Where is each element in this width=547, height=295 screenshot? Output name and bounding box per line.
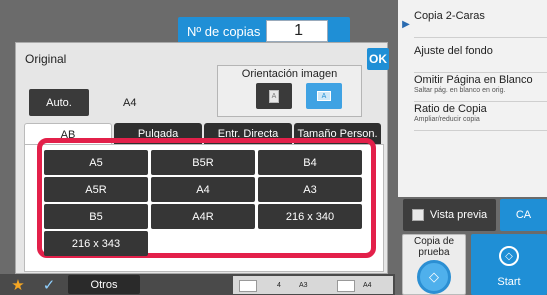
size-a5r-button[interactable]: A5R <box>44 177 148 202</box>
preview-button[interactable]: Vista previa <box>403 199 496 231</box>
preview-label: Vista previa <box>429 209 488 221</box>
orientation-label: Orientación imagen <box>241 68 338 80</box>
size-216x340-button[interactable]: 216 x 340 <box>258 204 362 229</box>
mini-label-a4: A4 <box>363 282 372 289</box>
size-a5-button[interactable]: A5 <box>44 150 148 175</box>
size-b4-button[interactable]: B4 <box>258 150 362 175</box>
proof-copy-button[interactable]: Copia de prueba ◇ <box>402 234 466 295</box>
start-diamond-icon: ◇ <box>499 246 519 266</box>
copies-label: Nº de copias <box>187 23 261 39</box>
right-item-omitir-pagina[interactable]: Omitir Página en Blanco Saltar pág. en b… <box>414 74 547 102</box>
proof-copy-label: Copia de prueba <box>413 236 455 258</box>
right-item-ratio-copia[interactable]: Ratio de Copia Ampliar/reducir copia <box>414 103 547 131</box>
size-b5-button[interactable]: B5 <box>44 204 148 229</box>
landscape-page-icon: A <box>317 91 331 101</box>
orientation-portrait-button[interactable]: A <box>256 83 292 109</box>
right-item-ajuste-fondo[interactable]: Ajuste del fondo <box>414 45 547 73</box>
output-page-icon <box>337 280 355 292</box>
otros-button[interactable]: Otros <box>68 275 140 294</box>
auto-button[interactable]: Auto. <box>29 89 89 116</box>
preview-icon <box>411 209 424 221</box>
size-a4r-button[interactable]: A4R <box>151 204 255 229</box>
ok-button[interactable]: OK <box>367 48 389 70</box>
right-item-title: Ajuste del fondo <box>414 45 493 57</box>
clear-all-button[interactable]: CA <box>500 199 547 231</box>
right-item-copia-2-caras[interactable]: Copia 2-Caras <box>414 10 547 38</box>
right-item-title: Ratio de Copia <box>414 103 487 115</box>
orientation-group: Orientación imagen A A <box>217 65 362 117</box>
right-item-title: Omitir Página en Blanco <box>414 74 533 86</box>
mini-label-count: 4 <box>277 282 281 289</box>
size-a3-button[interactable]: A3 <box>258 177 362 202</box>
original-dialog: Original OK Orientación imagen A A Auto.… <box>15 42 389 274</box>
portrait-page-icon: A <box>269 89 279 103</box>
size-a4-button[interactable]: A4 <box>151 177 255 202</box>
right-item-subtitle: Saltar pág. en blanco en orig. <box>414 87 506 94</box>
start-diamond-icon: ◇ <box>417 260 451 294</box>
settings-preview-strip: 4 A3 A4 <box>233 276 393 294</box>
mini-label-a3: A3 <box>299 282 308 289</box>
paper-tray-icon <box>239 280 257 292</box>
start-label: Start <box>497 276 521 288</box>
right-item-subtitle: Ampliar/reducir copia <box>414 116 480 123</box>
check-icon[interactable]: ✓ <box>34 275 64 294</box>
copies-input[interactable]: 1 <box>266 20 328 42</box>
dialog-title: Original <box>25 52 67 66</box>
start-button[interactable]: ◇ Start <box>471 234 547 295</box>
star-icon[interactable]: ★ <box>4 275 32 294</box>
expand-arrow-icon[interactable]: ▶ <box>398 9 414 39</box>
size-b5r-button[interactable]: B5R <box>151 150 255 175</box>
copies-bar: Nº de copias 1 <box>178 17 350 45</box>
bottom-bar: ★ ✓ Otros 4 A3 A4 <box>0 274 395 295</box>
orientation-landscape-button[interactable]: A <box>306 83 342 109</box>
right-item-title: Copia 2-Caras <box>414 10 485 22</box>
auto-size-value: A4 <box>123 97 137 109</box>
size-216x343-button[interactable]: 216 x 343 <box>44 231 148 256</box>
